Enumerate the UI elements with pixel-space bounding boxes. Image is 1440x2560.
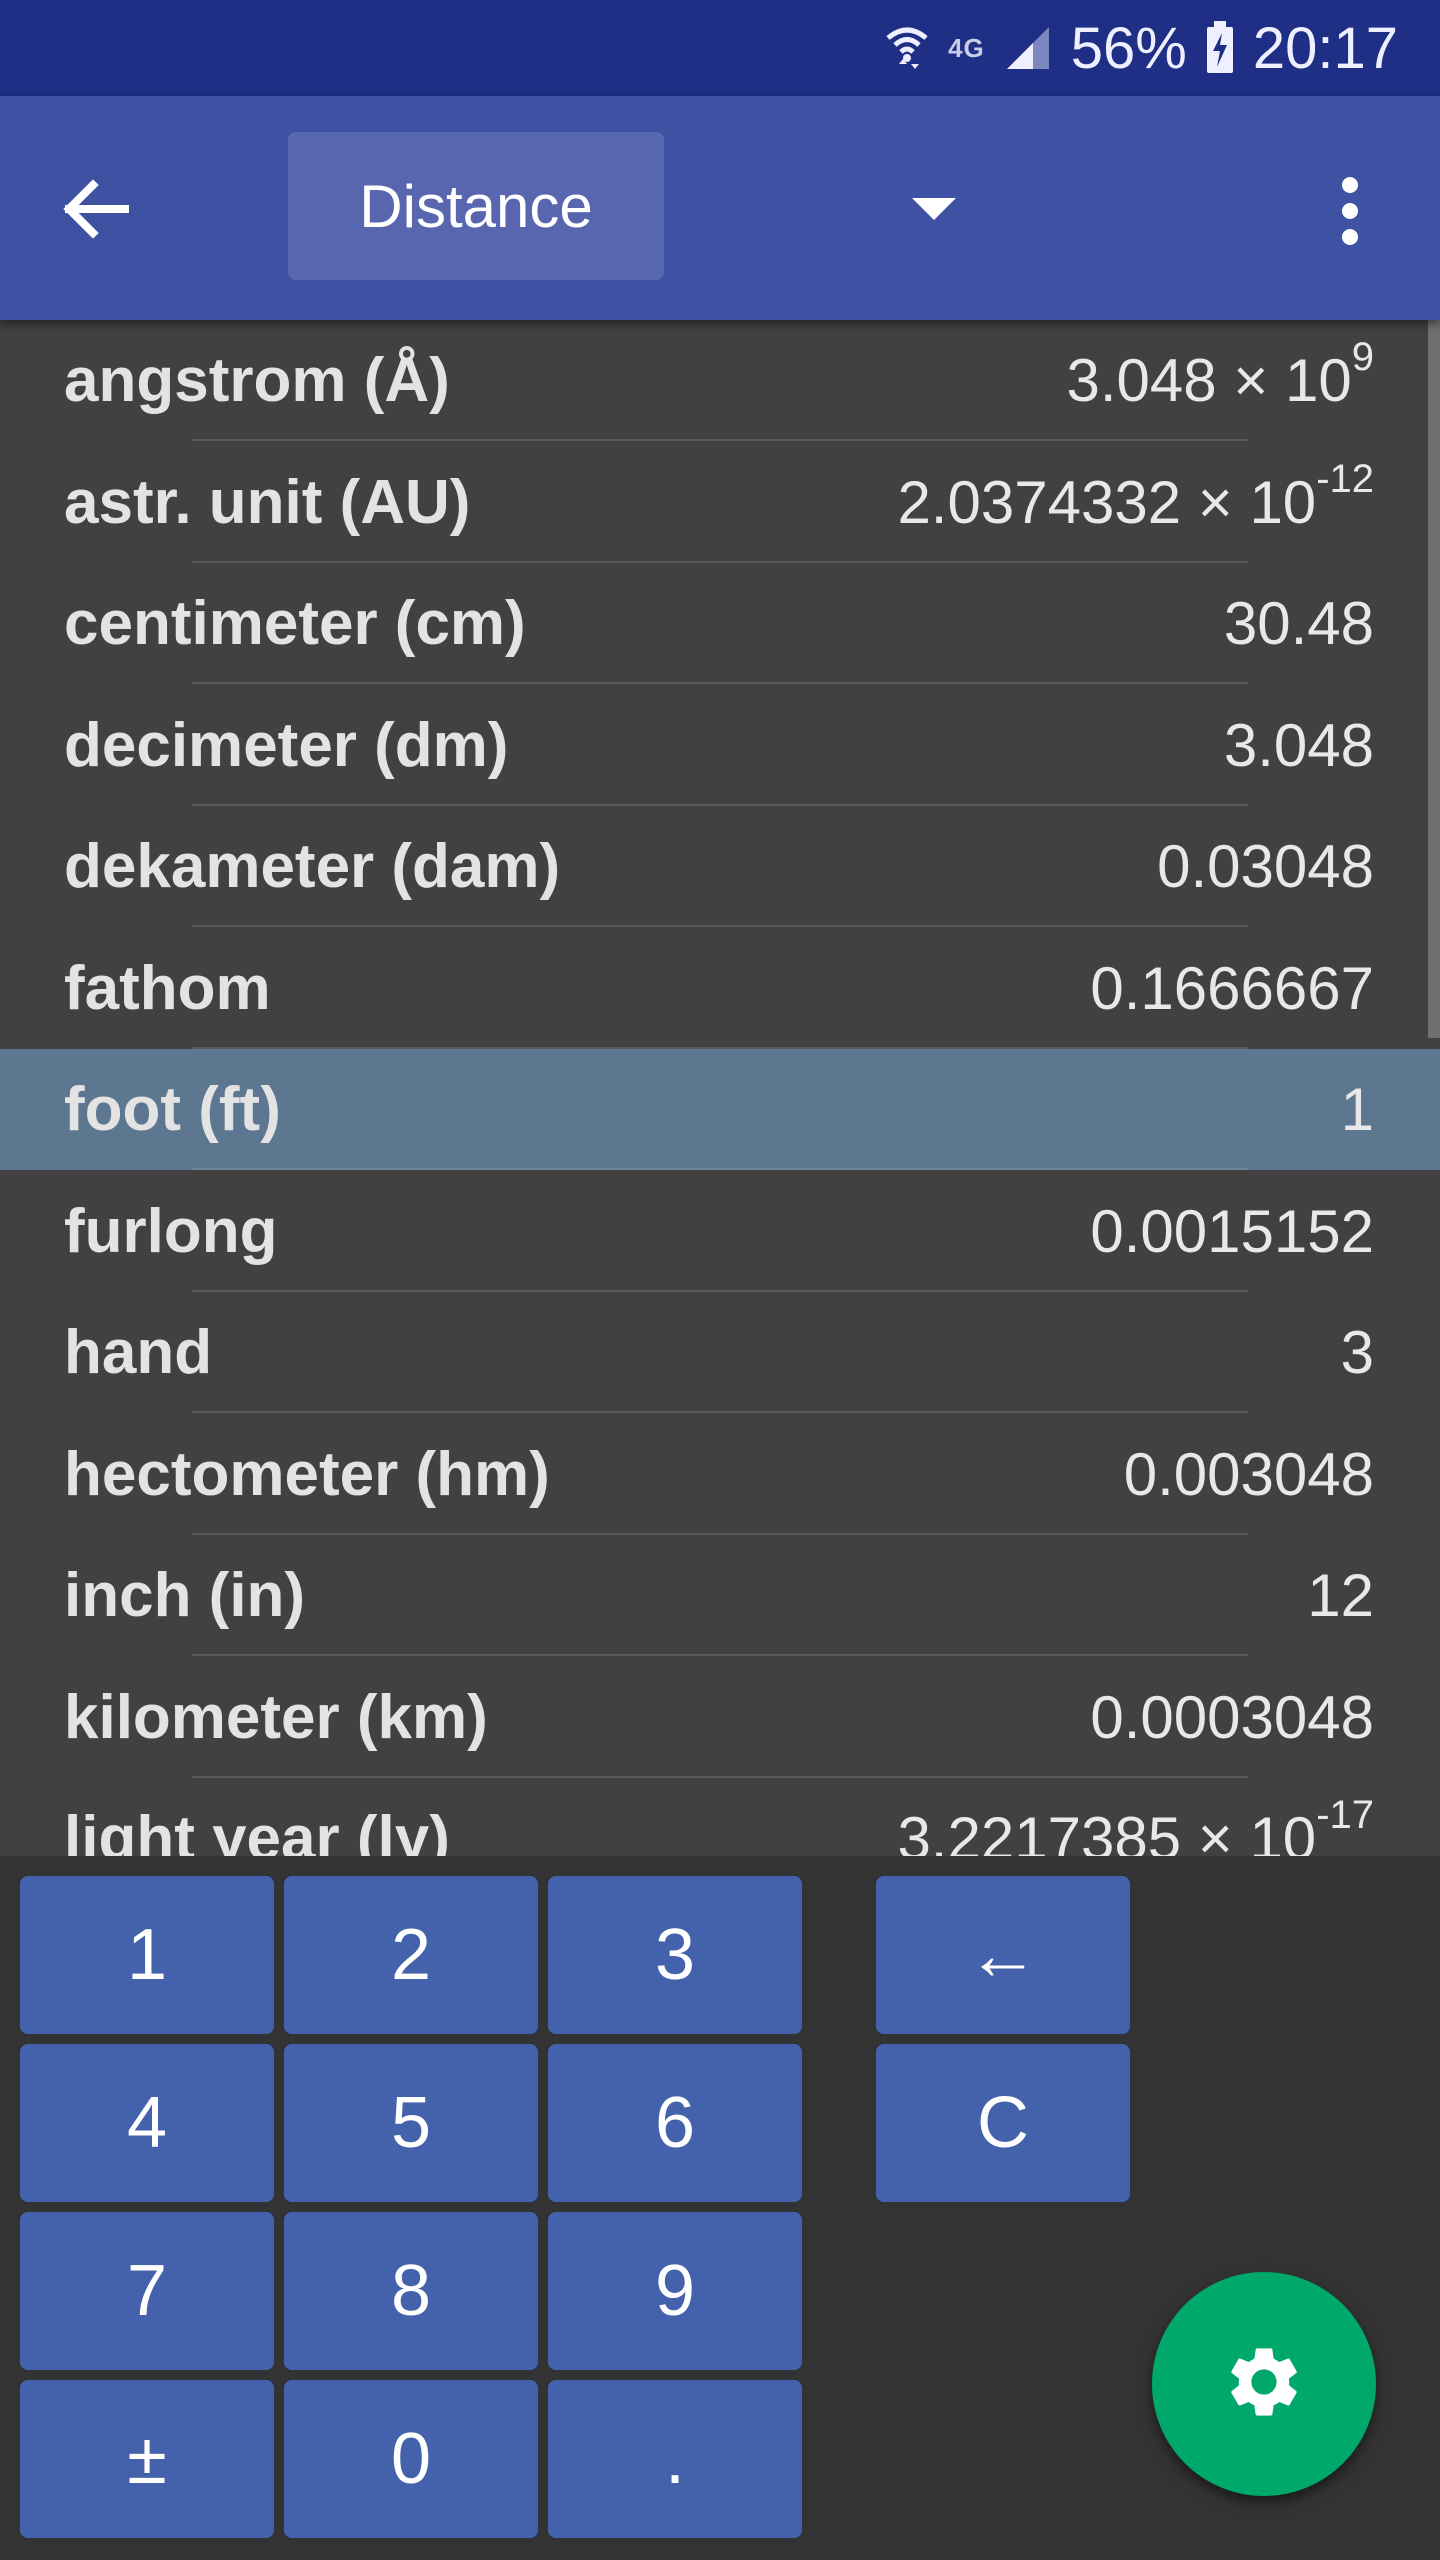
unit-value: 3.048 × 109: [1066, 320, 1374, 441]
key-5[interactable]: 5: [284, 2044, 538, 2202]
unit-row[interactable]: astr. unit (AU) 2.0374332 × 10-12: [0, 442, 1440, 563]
unit-value-mantissa: 12: [1307, 1562, 1374, 1629]
unit-row[interactable]: inch (in) 12: [0, 1535, 1440, 1656]
unit-value-exponent: -17: [1316, 1793, 1374, 1837]
category-label: Distance: [359, 172, 593, 240]
clear-key[interactable]: C: [876, 2044, 1130, 2202]
triangle-down-icon[interactable]: [912, 198, 956, 220]
unit-name: centimeter (cm): [64, 589, 526, 658]
clock: 20:17: [1252, 15, 1398, 81]
unit-name: kilometer (km): [64, 1682, 488, 1752]
back-button[interactable]: [52, 168, 138, 254]
key-2[interactable]: 2: [284, 1876, 538, 2034]
key-decimal[interactable]: .: [548, 2380, 802, 2538]
key-4[interactable]: 4: [20, 2044, 274, 2202]
unit-value: 3.048: [1224, 685, 1374, 806]
arrow-left-icon: [59, 177, 131, 246]
unit-value-mantissa: 0.0003048: [1090, 1683, 1374, 1751]
signal-icon: [1003, 23, 1053, 73]
unit-row[interactable]: dekameter (dam) 0.03048: [0, 806, 1440, 927]
more-vertical-icon: [1342, 177, 1358, 193]
category-spinner[interactable]: Distance: [288, 132, 664, 280]
key-7[interactable]: 7: [20, 2212, 274, 2370]
unit-value-mantissa: 3.048 × 10: [1066, 347, 1352, 414]
unit-value: 3: [1341, 1292, 1374, 1413]
unit-value: 0.1666667: [1090, 928, 1374, 1049]
unit-name: decimeter (dm): [64, 710, 509, 780]
status-bar: 4G 56% 20:17: [0, 0, 1440, 96]
unit-name: angstrom (Å): [64, 346, 450, 415]
unit-row[interactable]: fathom 0.1666667: [0, 928, 1440, 1049]
unit-value: 2.0374332 × 10-12: [897, 442, 1374, 563]
unit-name: light year (ly): [64, 1804, 450, 1856]
scrollbar-thumb[interactable]: [1428, 320, 1440, 1038]
status-icons: 4G 56% 20:17: [884, 0, 1398, 96]
unit-value-exponent: 9: [1351, 335, 1374, 379]
wifi-icon: [884, 22, 930, 74]
battery-percent: 56%: [1070, 15, 1187, 81]
unit-row[interactable]: light year (ly) 3.2217385 × 10-17: [0, 1778, 1440, 1856]
unit-value: 3.2217385 × 10-17: [897, 1778, 1374, 1856]
unit-value-mantissa: 3.2217385 × 10: [897, 1805, 1317, 1856]
key-1[interactable]: 1: [20, 1876, 274, 2034]
unit-row[interactable]: hand 3: [0, 1292, 1440, 1413]
unit-row[interactable]: kilometer (km) 0.0003048: [0, 1657, 1440, 1778]
unit-value-mantissa: 0.003048: [1123, 1440, 1374, 1508]
unit-name: fathom: [64, 953, 271, 1023]
unit-list[interactable]: angstrom (Å) 3.048 × 109 astr. unit (AU) 2.…: [0, 320, 1440, 1856]
unit-name: foot (ft): [64, 1075, 281, 1144]
unit-row[interactable]: centimeter (cm) 30.48: [0, 563, 1440, 684]
unit-row[interactable]: hectometer (hm) 0.003048: [0, 1414, 1440, 1535]
unit-value-mantissa: 0.0015152: [1090, 1197, 1374, 1265]
unit-value: 0.0003048: [1090, 1657, 1374, 1778]
unit-value-mantissa: 0.1666667: [1090, 954, 1374, 1022]
unit-name: dekameter (dam): [64, 832, 561, 901]
settings-fab[interactable]: [1152, 2272, 1376, 2496]
backspace-key[interactable]: ←: [876, 1876, 1130, 2034]
unit-value: 0.0015152: [1090, 1171, 1374, 1292]
more-options-button[interactable]: [1320, 168, 1380, 254]
unit-value-mantissa: 30.48: [1223, 590, 1374, 657]
unit-value-mantissa: 0.03048: [1157, 833, 1374, 900]
key-plus-minus[interactable]: ±: [20, 2380, 274, 2538]
unit-value-mantissa: 3.048: [1223, 711, 1374, 779]
battery-charging-icon: [1205, 21, 1235, 75]
unit-value: 0.03048: [1157, 806, 1374, 927]
unit-value: 12: [1307, 1535, 1374, 1656]
unit-name: astr. unit (AU): [64, 467, 471, 537]
unit-row[interactable]: foot (ft) 1: [0, 1049, 1440, 1170]
more-vertical-icon-dot: [1342, 203, 1358, 219]
key-9[interactable]: 9: [548, 2212, 802, 2370]
unit-value-exponent: -12: [1316, 456, 1374, 501]
key-8[interactable]: 8: [284, 2212, 538, 2370]
more-vertical-icon-dot: [1342, 229, 1358, 245]
key-0[interactable]: 0: [284, 2380, 538, 2538]
toolbar: Distance: [0, 96, 1440, 320]
network-type-label: 4G: [948, 32, 985, 63]
unit-name: hectometer (hm): [64, 1439, 550, 1509]
unit-value-mantissa: 3: [1340, 1319, 1374, 1386]
unit-value: 0.003048: [1124, 1414, 1374, 1535]
unit-value-mantissa: 1: [1340, 1076, 1374, 1143]
unit-row[interactable]: angstrom (Å) 3.048 × 109: [0, 320, 1440, 441]
unit-name: furlong: [64, 1196, 278, 1266]
unit-name: hand: [64, 1318, 213, 1387]
unit-row[interactable]: furlong 0.0015152: [0, 1171, 1440, 1292]
key-6[interactable]: 6: [548, 2044, 802, 2202]
gear-icon: [1222, 2340, 1306, 2429]
unit-value-mantissa: 2.0374332 × 10: [897, 468, 1317, 536]
key-3[interactable]: 3: [548, 1876, 802, 2034]
unit-row[interactable]: decimeter (dm) 3.048: [0, 685, 1440, 806]
unit-value: 1: [1341, 1049, 1374, 1170]
unit-name: inch (in): [64, 1561, 306, 1630]
unit-value: 30.48: [1224, 563, 1374, 684]
